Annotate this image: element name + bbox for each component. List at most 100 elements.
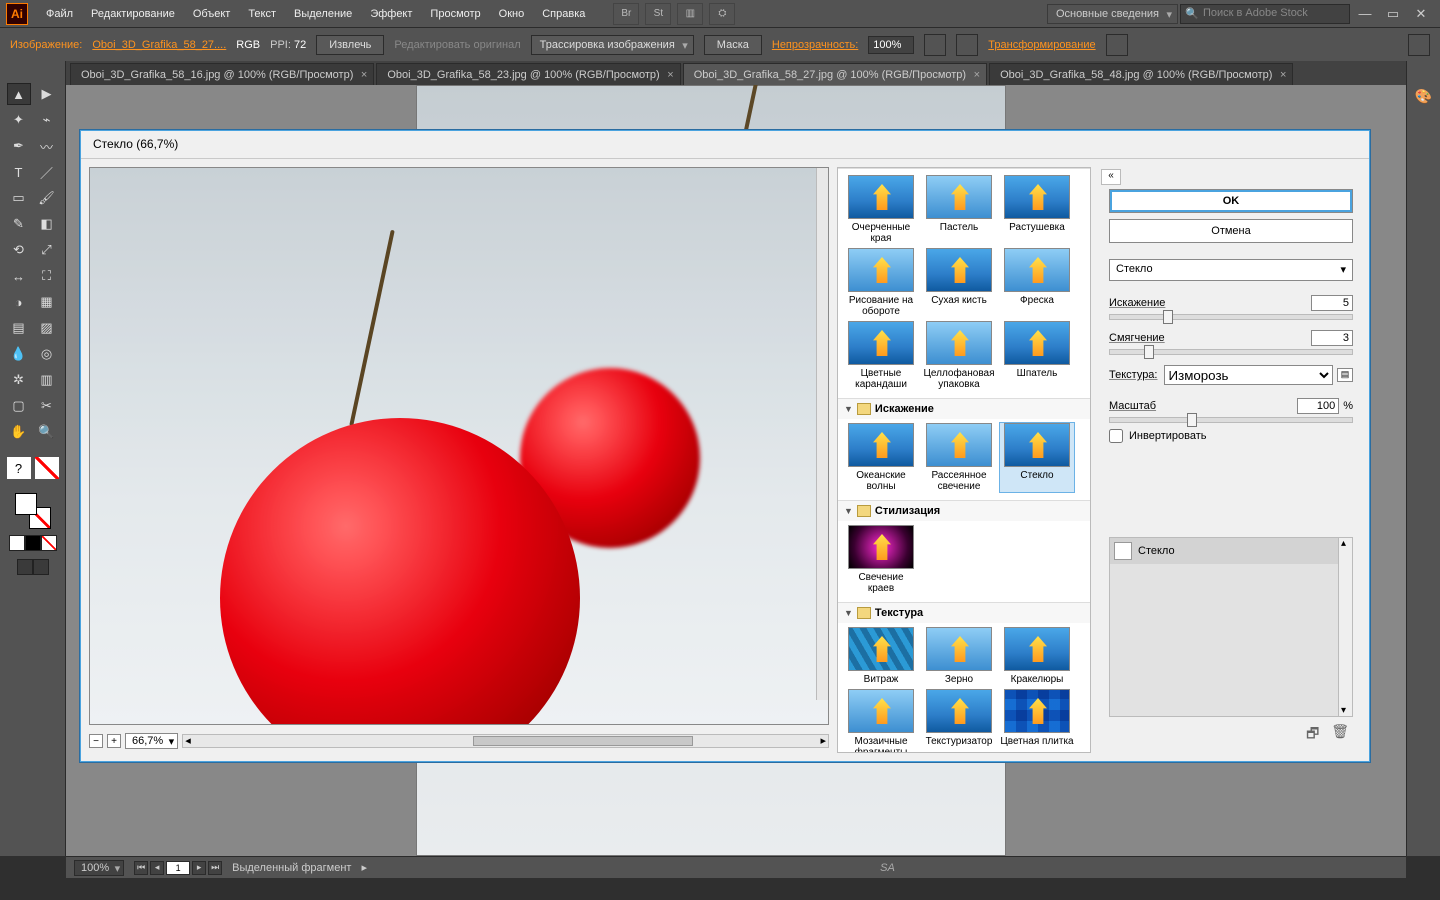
window-maximize-icon[interactable]: ▭ (1380, 5, 1406, 23)
extract-button[interactable]: Извлечь (316, 35, 384, 55)
filter-thumbnail[interactable]: Шпатель (1000, 321, 1074, 390)
filter-thumbnail[interactable]: Витраж (844, 627, 918, 685)
crop-image-icon[interactable] (924, 34, 946, 56)
lasso-tool[interactable]: ⌁ (35, 109, 59, 131)
artboard-nav[interactable]: ⏮ ◂ 1 ▸ ⏭ (134, 861, 222, 875)
eraser-tool[interactable]: ◧ (35, 213, 59, 235)
window-close-icon[interactable]: ✕ (1408, 5, 1434, 23)
hand-tool[interactable]: ✋ (7, 421, 31, 443)
shape-builder-tool[interactable]: ◑ (7, 291, 31, 313)
nav-last-icon[interactable]: ⏭ (208, 861, 222, 875)
new-effect-layer-icon[interactable]: 🗗 (1306, 723, 1319, 747)
scale-tool[interactable]: ⤢ (35, 239, 59, 261)
texture-options-icon[interactable]: ▤ (1337, 368, 1353, 382)
opacity-input[interactable]: 100% (868, 36, 914, 54)
filter-thumbnail[interactable]: Зерно (922, 627, 996, 685)
menu-select[interactable]: Выделение (286, 4, 360, 24)
filter-thumbnail[interactable]: Цветные карандаши (844, 321, 918, 390)
current-filter-dropdown[interactable]: Стекло (1109, 259, 1353, 281)
smoothness-input[interactable] (1311, 330, 1353, 346)
menu-object[interactable]: Объект (185, 4, 238, 24)
preview-hscroll[interactable] (182, 734, 829, 748)
opacity-label[interactable]: Непрозрачность: (772, 39, 858, 51)
effect-layers-list[interactable]: Стекло (1109, 537, 1353, 717)
delete-effect-layer-icon[interactable]: 🗑 (1331, 723, 1349, 747)
mesh-tool[interactable]: ▤ (7, 317, 31, 339)
menu-text[interactable]: Текст (240, 4, 284, 24)
screen-mode-buttons[interactable] (17, 559, 49, 575)
filter-thumbnail[interactable]: Цветная плитка (1000, 689, 1074, 753)
transform-link[interactable]: Трансформирование (988, 39, 1095, 51)
document-tab[interactable]: Oboi_3D_Grafika_58_16.jpg @ 100% (RGB/Пр… (70, 63, 374, 85)
ok-button[interactable]: OK (1109, 189, 1353, 213)
blend-tool[interactable]: ◎ (35, 343, 59, 365)
invert-checkbox[interactable] (1109, 429, 1123, 443)
filter-group-header[interactable]: ▼Стилизация (838, 501, 1090, 521)
options-overflow-icon[interactable] (1408, 34, 1430, 56)
menu-file[interactable]: Файл (38, 4, 81, 24)
color-mode-buttons[interactable] (9, 535, 57, 551)
distortion-input[interactable] (1311, 295, 1353, 311)
filter-group-header[interactable]: ▼Искажение (838, 399, 1090, 419)
artboard-tool[interactable]: ▢ (7, 395, 31, 417)
filter-thumbnail[interactable]: Океанские волны (844, 423, 918, 492)
width-tool[interactable]: ↔ (7, 265, 31, 287)
distortion-slider[interactable] (1109, 314, 1353, 320)
filter-thumbnail[interactable]: Фреска (1000, 248, 1074, 317)
properties-panel-icon[interactable]: 🎨 (1413, 85, 1435, 107)
menu-window[interactable]: Окно (491, 4, 533, 24)
gpu-icon[interactable]: ⛭ (709, 3, 735, 25)
scale-slider[interactable] (1109, 417, 1353, 423)
filter-category-list[interactable]: Очерченные краяПастельРастушевкаРисовани… (837, 167, 1091, 753)
menu-effect[interactable]: Эффект (362, 4, 420, 24)
bridge-icon[interactable]: Br (613, 3, 639, 25)
filter-thumbnail[interactable]: Кракелюры (1000, 627, 1074, 685)
rotate-tool[interactable]: ⟲ (7, 239, 31, 261)
line-tool[interactable]: ／ (35, 161, 59, 183)
zoom-out-icon[interactable]: − (89, 734, 103, 748)
nav-first-icon[interactable]: ⏮ (134, 861, 148, 875)
filter-thumbnail[interactable]: Рассеянное свечение (922, 423, 996, 492)
arrange-icon[interactable]: ▥ (677, 3, 703, 25)
collapse-gallery-icon[interactable]: « (1101, 169, 1121, 185)
preview-zoom-dropdown[interactable]: 66,7% (125, 733, 178, 749)
selection-tool[interactable]: ▲ (7, 83, 31, 105)
stroke-indicator[interactable] (35, 457, 59, 479)
filter-thumbnail[interactable]: Сухая кисть (922, 248, 996, 317)
filter-thumbnail[interactable]: Очерченные края (844, 175, 918, 244)
symbol-sprayer-tool[interactable]: ✲ (7, 369, 31, 391)
tab-close-icon[interactable]: × (667, 69, 673, 81)
fill-stroke-swatch[interactable] (15, 493, 51, 529)
cancel-button[interactable]: Отмена (1109, 219, 1353, 243)
nav-next-icon[interactable]: ▸ (192, 861, 206, 875)
filter-group-header[interactable]: ▼Текстура (838, 603, 1090, 623)
texture-dropdown[interactable]: Изморозь (1164, 365, 1334, 385)
shaper-tool[interactable]: ✎ (7, 213, 31, 235)
document-tab[interactable]: Oboi_3D_Grafika_58_23.jpg @ 100% (RGB/Пр… (376, 63, 680, 85)
layers-scrollbar[interactable] (1338, 538, 1352, 716)
menu-view[interactable]: Просмотр (422, 4, 488, 24)
fill-indicator[interactable]: ? (7, 457, 31, 479)
image-trace-dropdown[interactable]: Трассировка изображения (531, 35, 694, 55)
workspace-switcher[interactable]: Основные сведения (1047, 4, 1178, 24)
zoom-dropdown[interactable]: 100% (74, 860, 124, 876)
menu-help[interactable]: Справка (534, 4, 593, 24)
curvature-tool[interactable]: 〰 (35, 135, 59, 157)
smoothness-slider[interactable] (1109, 349, 1353, 355)
stock-icon[interactable]: St (645, 3, 671, 25)
graph-tool[interactable]: ▥ (35, 369, 59, 391)
filter-thumbnail[interactable]: Стекло (1000, 423, 1074, 492)
window-minimize-icon[interactable]: — (1352, 5, 1378, 23)
isolate-icon[interactable] (1106, 34, 1128, 56)
filter-preview[interactable] (89, 167, 829, 725)
effect-layer-name[interactable]: Стекло (1138, 545, 1175, 557)
filter-thumbnail[interactable]: Мозаичные фрагменты (844, 689, 918, 753)
rectangle-tool[interactable]: ▭ (7, 187, 31, 209)
artboard-number[interactable]: 1 (166, 861, 190, 875)
tab-close-icon[interactable]: × (1280, 69, 1286, 81)
tab-close-icon[interactable]: × (361, 69, 367, 81)
document-tab[interactable]: Oboi_3D_Grafika_58_48.jpg @ 100% (RGB/Пр… (989, 63, 1293, 85)
paintbrush-tool[interactable]: 🖌 (35, 187, 59, 209)
type-tool[interactable]: T (7, 161, 31, 183)
align-icon[interactable] (956, 34, 978, 56)
